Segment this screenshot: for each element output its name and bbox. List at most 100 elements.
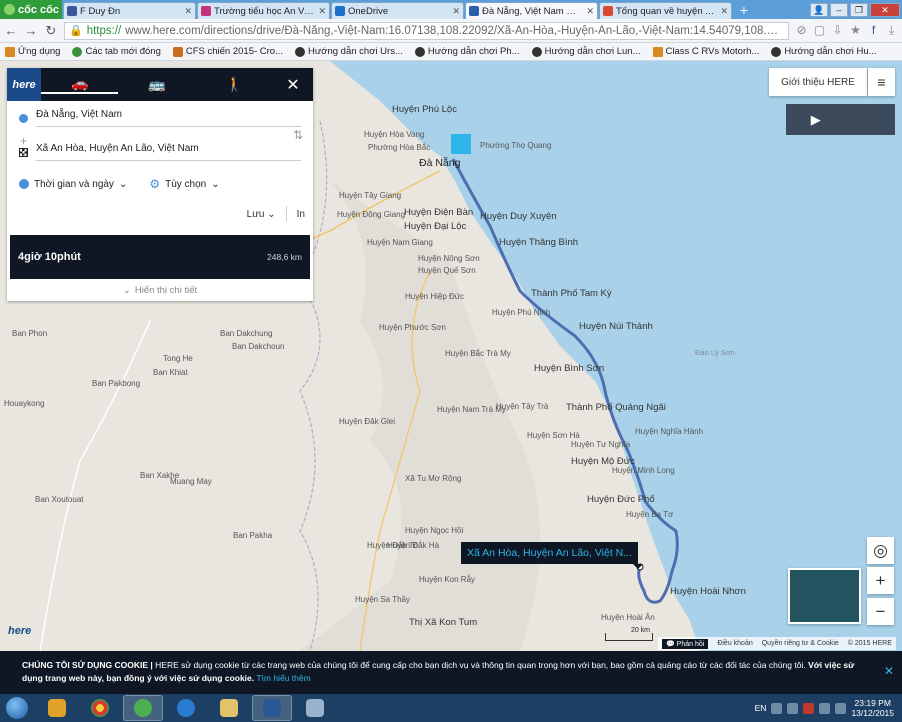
extension-icon[interactable]: ▢ bbox=[813, 24, 826, 37]
map-place-label[interactable]: Huyện Ba Tơ bbox=[626, 510, 673, 519]
map-place-label[interactable]: Ban Pakbong bbox=[92, 379, 140, 388]
map-place-label[interactable]: Huyện Điện Bàn bbox=[404, 207, 473, 218]
browser-tab-active[interactable]: Đà Nẵng, Việt Nam — Xã A✕ bbox=[465, 2, 598, 19]
tray-icon[interactable] bbox=[803, 702, 815, 714]
car-mode-icon[interactable]: 🚗 bbox=[41, 75, 119, 94]
save-button[interactable]: Lưu ⌄ bbox=[247, 209, 276, 220]
map-place-label[interactable]: Huyện Đăk Glei bbox=[339, 417, 395, 426]
volume-icon[interactable] bbox=[835, 702, 847, 714]
close-tab-icon[interactable]: ✕ bbox=[720, 6, 728, 17]
taskbar-app[interactable] bbox=[295, 695, 335, 721]
bookmark-apps[interactable]: Ứng dụng bbox=[5, 46, 60, 57]
reload-icon[interactable]: ↻ bbox=[44, 23, 58, 39]
map-place-label[interactable]: Thị Xã Kon Tum bbox=[409, 617, 477, 628]
map-place-label[interactable]: Huyện Minh Long bbox=[612, 466, 675, 475]
map-place-label[interactable]: Muang May bbox=[170, 477, 212, 486]
bookmark-item[interactable]: Các tab mới đóng bbox=[72, 46, 161, 57]
walk-mode-icon[interactable]: 🚶 bbox=[196, 76, 273, 93]
tray-icon[interactable] bbox=[771, 702, 783, 714]
close-tab-icon[interactable]: ✕ bbox=[586, 6, 594, 17]
map-place-label[interactable]: Huyện Đức Phổ bbox=[587, 494, 655, 505]
taskbar-app[interactable] bbox=[123, 695, 163, 721]
bookmark-item[interactable]: Hướng dẫn chơi Urs... bbox=[295, 46, 403, 57]
route-summary[interactable]: 4giờ 10phút 248,6 km bbox=[10, 235, 310, 279]
add-waypoint-icon[interactable]: + bbox=[20, 134, 27, 148]
close-tab-icon[interactable]: ✕ bbox=[318, 6, 326, 17]
map-place-label[interactable]: Huyện Hiệp Đức bbox=[405, 292, 464, 301]
map-place-label[interactable]: Huyện Thăng Bình bbox=[499, 237, 578, 248]
transit-mode-icon[interactable]: 🚌 bbox=[118, 76, 195, 93]
bookmark-item[interactable]: Class C RVs Motorh... bbox=[652, 46, 759, 57]
map-place-label[interactable]: Huyện Hoài Nhơn bbox=[670, 586, 746, 597]
new-tab-button[interactable]: + bbox=[735, 2, 753, 19]
print-button[interactable]: In bbox=[297, 209, 305, 220]
map-place-label[interactable]: Phường Hòa Bắc bbox=[368, 143, 430, 152]
download-icon[interactable]: ⇩ bbox=[831, 24, 844, 37]
map-place-label[interactable]: Huyện Núi Thành bbox=[579, 321, 653, 332]
here-logo[interactable]: here bbox=[7, 68, 41, 101]
taskbar-app[interactable] bbox=[80, 695, 120, 721]
map-place-label[interactable]: Huyện Tây Giang bbox=[339, 191, 401, 200]
taskbar-app[interactable] bbox=[252, 695, 292, 721]
user-icon[interactable]: 👤 bbox=[810, 2, 828, 17]
zoom-in-button[interactable]: + bbox=[867, 567, 894, 594]
star-icon[interactable]: ★ bbox=[849, 24, 862, 37]
bookmark-item[interactable]: Hướng dẫn chơi Hu... bbox=[771, 46, 877, 57]
taskbar-app[interactable] bbox=[166, 695, 206, 721]
map-place-label[interactable]: Tong He bbox=[163, 354, 193, 363]
bookmark-item[interactable]: Hướng dẫn chơi Ph... bbox=[414, 46, 520, 57]
map-place-label[interactable]: Huyện Tư Nghĩa bbox=[571, 440, 630, 449]
swap-icon[interactable]: ⇅ bbox=[293, 128, 303, 142]
map-place-label[interactable]: Huyện Nghĩa Hành bbox=[635, 427, 703, 436]
map-canvas[interactable]: Huyện Phú Lộc Đà Nẵng Huyện Điện Bàn Huyện … bbox=[0, 61, 902, 651]
about-here-button[interactable]: Giới thiệu HERE bbox=[769, 68, 867, 96]
destination-value[interactable]: Xã An Hòa, Huyện An Lão, Việt Nam bbox=[36, 143, 301, 161]
map-place-label[interactable]: Ban Khiat bbox=[153, 368, 188, 377]
destination-callout[interactable]: Xã An Hòa, Huyện An Lão, Việt N... bbox=[461, 542, 643, 569]
forward-arrow-icon[interactable]: → bbox=[24, 23, 38, 38]
network-icon[interactable] bbox=[819, 702, 831, 714]
map-place-label[interactable]: Huyện Quế Sơn bbox=[418, 266, 476, 275]
map-place-label[interactable]: Huyện Nam Giang bbox=[367, 238, 433, 247]
map-place-label[interactable]: Huyện Bắc Trà My bbox=[445, 349, 511, 358]
minimize-button[interactable]: – bbox=[830, 2, 848, 17]
map-place-label[interactable]: Huyện Ngọc Hồi bbox=[405, 526, 463, 535]
map-place-label[interactable]: Huyện Duy Xuyên bbox=[480, 211, 557, 222]
map-place-label[interactable]: Huyện Hòa Vang bbox=[364, 130, 424, 139]
browser-tab[interactable]: Trường tiểu học An Vinh, A✕ bbox=[197, 2, 330, 19]
restore-button[interactable]: ❐ bbox=[850, 2, 868, 17]
terms-link[interactable]: Điều khoản bbox=[717, 640, 752, 647]
map-place-label[interactable]: Houaykong bbox=[4, 399, 44, 408]
close-tab-icon[interactable]: ✕ bbox=[452, 6, 460, 17]
tray-icon[interactable] bbox=[787, 702, 799, 714]
destination-field[interactable]: Xã An Hòa, Huyện An Lão, Việt Nam bbox=[7, 135, 313, 169]
origin-value[interactable]: Đà Nẵng, Việt Nam bbox=[36, 109, 301, 127]
close-tab-icon[interactable]: ✕ bbox=[184, 6, 192, 17]
locate-me-icon[interactable]: ◎ bbox=[867, 537, 894, 564]
map-place-label[interactable]: Huyện Kon Rẫy bbox=[419, 575, 475, 584]
map-place-label[interactable]: Ban Phon bbox=[12, 329, 47, 338]
map-place-label[interactable]: Huyện Đắk Hà bbox=[387, 541, 439, 550]
url-input[interactable]: 🔒 https://www.here.com/directions/drive/… bbox=[64, 21, 789, 40]
map-place-label[interactable]: Huyện Nông Sơn bbox=[418, 254, 480, 263]
taskbar-app[interactable] bbox=[209, 695, 249, 721]
bookmark-item[interactable]: CFS chiến 2015- Cro... bbox=[172, 46, 283, 57]
map-type-switcher[interactable] bbox=[788, 568, 861, 624]
browser-tab[interactable]: OneDrive ✕ bbox=[331, 2, 464, 19]
block-icon[interactable]: ⊘ bbox=[795, 24, 808, 37]
map-place-label[interactable]: Phường Thọ Quang bbox=[480, 141, 551, 150]
origin-marker[interactable] bbox=[451, 134, 471, 154]
map-place-label[interactable]: Ban Dakchung bbox=[220, 329, 272, 338]
map-place-label[interactable]: Ban Pakha bbox=[233, 531, 272, 540]
time-date-option[interactable]: Thời gian và ngày ⌄ bbox=[19, 179, 127, 190]
map-place-label[interactable]: Huyện Tây Trà bbox=[496, 402, 548, 411]
back-arrow-icon[interactable]: ← bbox=[4, 23, 18, 38]
map-place-label[interactable]: Ban Xoutouat bbox=[35, 495, 83, 504]
menu-icon[interactable]: ≡ bbox=[868, 68, 895, 96]
map-place-label[interactable]: Thành Phố Tam Kỳ bbox=[531, 288, 612, 299]
bookmark-item[interactable]: Hướng dẫn chơi Lun... bbox=[531, 46, 641, 57]
language-indicator[interactable]: EN bbox=[755, 703, 767, 713]
close-icon[interactable]: ✕ bbox=[884, 665, 894, 678]
browser-tab[interactable]: Tổng quan về huyện An Lã✕ bbox=[599, 2, 732, 19]
save-icon[interactable]: ⤓ bbox=[885, 24, 898, 37]
